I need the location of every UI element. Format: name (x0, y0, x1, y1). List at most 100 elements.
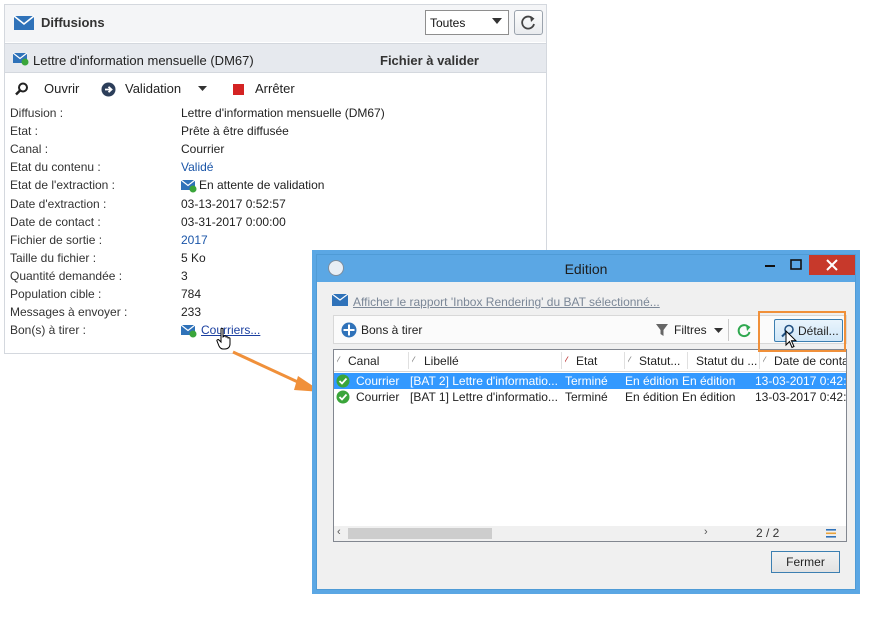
prop-value-delivery: Lettre d'information mensuelle (DM67) (181, 106, 385, 120)
inbox-rendering-link[interactable]: Afficher le rapport 'Inbox Rendering' du… (353, 295, 660, 309)
cell-channel: Courrier (356, 390, 400, 404)
prop-label-contact-date: Date de contact : (10, 215, 101, 229)
prop-label-extraction-date: Date d'extraction : (10, 197, 107, 211)
sort-icon: ⁄ (763, 354, 766, 368)
sort-icon: ⁄ (565, 354, 568, 368)
toolbar-divider (728, 319, 729, 341)
open-label: Ouvrir (44, 81, 80, 96)
table-row[interactable]: Courrier [BAT 1] Lettre d'informatio... … (334, 389, 846, 405)
column-divider (687, 352, 688, 369)
edition-dialog: Edition Afficher le rapport 'Inbox Rende… (316, 254, 856, 590)
prop-label-output-file: Fichier de sortie : (10, 233, 103, 247)
close-button[interactable]: Fermer (771, 551, 840, 573)
col-status[interactable]: Statut... (639, 354, 685, 368)
close-window-button[interactable] (809, 255, 855, 275)
prop-label-messages-to-send: Messages à envoyer : (10, 305, 128, 319)
stop-icon (233, 84, 244, 95)
dialog-titlebar[interactable]: Edition (317, 255, 855, 282)
prop-label-extraction-state: Etat de l'extraction : (10, 178, 116, 192)
envelope-check-icon (181, 324, 197, 338)
col-status-detail[interactable]: Statut du ... (696, 354, 758, 368)
proofs-icon (341, 322, 357, 338)
prop-label-proofs: Bon(s) à tirer : (10, 323, 87, 337)
delivery-subheader[interactable]: Lettre d'information mensuelle (DM67) Fi… (5, 43, 546, 73)
sort-icon: ⁄ (628, 354, 631, 368)
prop-value-channel: Courrier (181, 142, 225, 156)
col-state[interactable]: Etat (576, 354, 622, 368)
scroll-thumb[interactable] (348, 528, 492, 539)
delivery-status: Fichier à valider (380, 53, 479, 68)
hand-cursor-icon (216, 328, 231, 350)
arrow-cursor-icon (785, 330, 797, 349)
cell-state: Terminé (565, 374, 608, 388)
cell-status: En édition (625, 374, 679, 388)
cell-status-detail: En édition (682, 374, 736, 388)
refresh-button[interactable] (514, 10, 543, 35)
prop-value-requested-qty: 3 (181, 269, 188, 283)
validation-label: Validation (125, 81, 182, 96)
cell-channel: Courrier (356, 374, 400, 388)
col-channel[interactable]: Canal (348, 354, 408, 368)
prop-label-channel: Canal : (10, 142, 49, 156)
prop-label-file-size: Taille du fichier : (10, 251, 97, 265)
column-divider (624, 352, 625, 369)
minimize-icon (765, 265, 775, 267)
panel-title: Diffusions (41, 15, 105, 30)
prop-value-extraction-state: En attente de validation (199, 178, 325, 192)
stop-label: Arrêter (255, 81, 295, 96)
cell-contact-date: 13-03-2017 0:42: (755, 390, 846, 404)
panel-header: Diffusions Toutes (5, 5, 546, 42)
column-divider (408, 352, 409, 369)
prop-value-messages-to-send: 233 (181, 305, 202, 319)
col-label[interactable]: Libellé (424, 354, 559, 368)
filter-select[interactable]: Toutes (425, 10, 509, 35)
prop-label-content-state: Etat du contenu : (10, 160, 101, 174)
refresh-icon[interactable] (736, 322, 752, 338)
menu-icon[interactable] (826, 529, 836, 538)
cell-label: [BAT 1] Lettre d'informatio... (410, 390, 558, 404)
prop-value-content-state: Validé (181, 160, 214, 174)
caret-down-icon (198, 86, 207, 91)
caret-down-icon (714, 328, 723, 333)
filters-button[interactable]: Filtres (674, 323, 707, 337)
minimize-button[interactable] (757, 255, 783, 275)
check-circle-icon (336, 374, 350, 388)
sort-icon: ⁄ (337, 354, 340, 368)
column-divider (759, 352, 760, 369)
chevron-down-icon (492, 18, 502, 24)
close-icon (826, 259, 838, 271)
proofs-table: ⁄ Canal ⁄ Libellé ⁄ Etat ⁄ Statut... Sta… (333, 349, 847, 542)
delivery-name: Lettre d'information mensuelle (DM67) (33, 53, 254, 68)
cell-status: En édition (625, 390, 679, 404)
scroll-right-icon[interactable]: › (704, 526, 708, 538)
envelope-icon (332, 294, 348, 306)
scroll-left-icon[interactable]: ‹ (337, 526, 341, 538)
table-header: ⁄ Canal ⁄ Libellé ⁄ Etat ⁄ Statut... Sta… (334, 350, 846, 372)
cell-state: Terminé (565, 390, 608, 404)
prop-label-delivery: Diffusion : (10, 106, 64, 120)
table-row[interactable]: Courrier [BAT 2] Lettre d'informatio... … (334, 373, 846, 389)
detail-highlight (758, 311, 846, 352)
maximize-icon (790, 259, 802, 270)
cell-label: [BAT 2] Lettre d'informatio... (410, 374, 558, 388)
arrow-right-circle-icon (101, 82, 116, 97)
prop-label-state: Etat : (10, 124, 39, 138)
maximize-button[interactable] (783, 255, 809, 275)
prop-label-requested-qty: Quantité demandée : (10, 269, 123, 283)
envelope-check-icon (13, 52, 29, 66)
prop-value-extraction-date: 03-13-2017 0:52:57 (181, 197, 286, 211)
prop-value-file-size: 5 Ko (181, 251, 206, 265)
magnifier-icon (15, 82, 28, 96)
prop-value-contact-date: 03-31-2017 0:00:00 (181, 215, 286, 229)
col-contact-date[interactable]: Date de conta (774, 354, 846, 368)
envelope-icon (13, 15, 35, 30)
horizontal-scrollbar[interactable]: ‹ › 2 / 2 (334, 526, 846, 541)
column-divider (561, 352, 562, 369)
proofs-button[interactable]: Bons à tirer (361, 323, 422, 337)
cell-contact-date: 13-03-2017 0:42: (755, 374, 846, 388)
prop-value-output-file[interactable]: 2017 (181, 233, 208, 247)
prop-value-target-population: 784 (181, 287, 202, 301)
envelope-check-icon (181, 179, 197, 193)
prop-value-state: Prête à être diffusée (181, 124, 289, 138)
check-circle-icon (336, 390, 350, 404)
